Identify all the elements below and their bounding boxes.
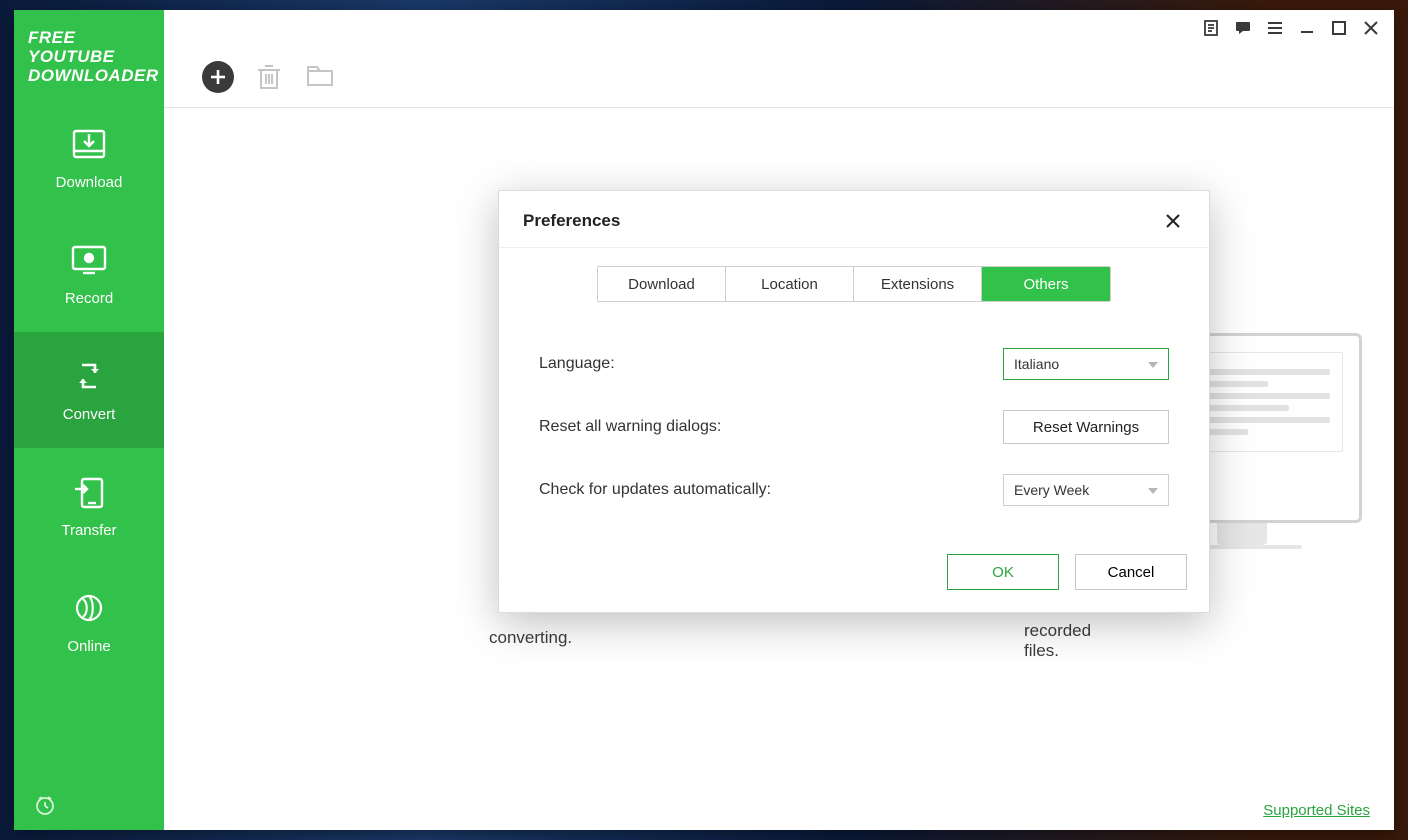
menu-icon[interactable] — [1266, 19, 1284, 37]
cancel-button[interactable]: Cancel — [1075, 554, 1187, 590]
reset-warnings-label: Reset all warning dialogs: — [539, 418, 721, 436]
app-title-line1: FREE YOUTUBE — [28, 28, 150, 66]
desktop-backdrop: FREE YOUTUBE DOWNLOADER Download — [0, 0, 1408, 840]
sidebar-item-download[interactable]: Download — [14, 100, 164, 216]
sidebar-item-label: Download — [56, 174, 123, 191]
maximize-button[interactable] — [1330, 19, 1348, 37]
check-updates-label: Check for updates automatically: — [539, 481, 771, 499]
dialog-title: Preferences — [523, 211, 620, 231]
sidebar-item-label: Transfer — [61, 522, 116, 539]
record-icon — [71, 242, 107, 278]
dialog-footer: OK Cancel — [499, 542, 1209, 612]
tab-extensions[interactable]: Extensions — [854, 267, 982, 301]
language-value: Italiano — [1014, 356, 1059, 372]
transfer-icon — [71, 474, 107, 510]
app-window: FREE YOUTUBE DOWNLOADER Download — [14, 10, 1394, 830]
sidebar-item-record[interactable]: Record — [14, 216, 164, 332]
clock-icon[interactable] — [34, 794, 56, 816]
tab-download[interactable]: Download — [598, 267, 726, 301]
titlebar — [164, 10, 1394, 46]
preferences-dialog: Preferences Download Location Extensions… — [498, 190, 1210, 613]
app-title-line2: DOWNLOADER — [28, 66, 150, 85]
sidebar-item-label: Convert — [63, 406, 116, 423]
notes-icon[interactable] — [1202, 19, 1220, 37]
sidebar-nav: Download Record — [14, 100, 164, 680]
trash-icon[interactable] — [256, 63, 284, 91]
app-logo: FREE YOUTUBE DOWNLOADER — [14, 10, 164, 100]
toolbar — [164, 46, 1394, 108]
ok-button[interactable]: OK — [947, 554, 1059, 590]
dialog-tabs: Download Location Extensions Others — [499, 248, 1209, 308]
sidebar-item-online[interactable]: Online — [14, 564, 164, 680]
add-button[interactable] — [202, 61, 234, 93]
check-updates-select[interactable]: Every Week — [1003, 474, 1169, 506]
tab-location[interactable]: Location — [726, 267, 854, 301]
reset-warnings-button[interactable]: Reset Warnings — [1003, 410, 1169, 444]
dialog-close-button[interactable] — [1161, 209, 1185, 233]
sidebar-footer — [14, 780, 164, 830]
download-icon — [71, 126, 107, 162]
check-updates-value: Every Week — [1014, 482, 1089, 498]
sidebar-item-convert[interactable]: Convert — [14, 332, 164, 448]
folder-icon[interactable] — [306, 63, 334, 91]
supported-sites-link[interactable]: Supported Sites — [1263, 802, 1370, 820]
close-button[interactable] — [1362, 19, 1380, 37]
minimize-button[interactable] — [1298, 19, 1316, 37]
sidebar-item-transfer[interactable]: Transfer — [14, 448, 164, 564]
language-label: Language: — [539, 355, 615, 373]
globe-icon — [71, 590, 107, 626]
dialog-header: Preferences — [499, 191, 1209, 248]
sidebar: FREE YOUTUBE DOWNLOADER Download — [14, 10, 164, 830]
empty-state-caption-partial: converting. recorded files. — [489, 628, 572, 648]
language-select[interactable]: Italiano — [1003, 348, 1169, 380]
chat-icon[interactable] — [1234, 19, 1252, 37]
tab-others[interactable]: Others — [982, 267, 1110, 301]
sidebar-item-label: Record — [65, 290, 113, 307]
sidebar-item-label: Online — [67, 638, 110, 655]
dialog-body: Language: Italiano Reset all warning dia… — [499, 308, 1209, 542]
convert-icon — [71, 358, 107, 394]
main-area: converting. recorded files. Supported Si… — [164, 10, 1394, 830]
